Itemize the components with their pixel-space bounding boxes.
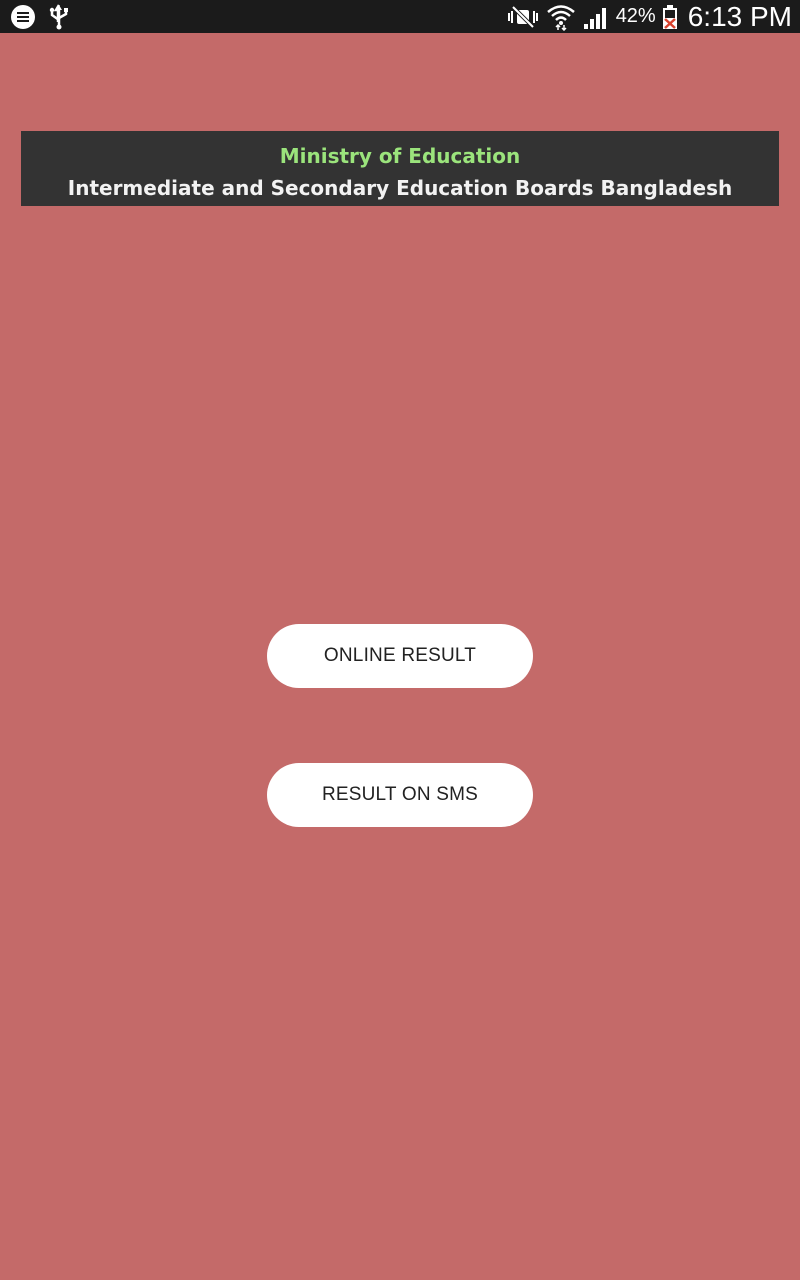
usb-icon	[49, 4, 68, 30]
battery-icon	[662, 4, 677, 29]
chat-icon	[11, 5, 35, 29]
result-on-sms-button[interactable]: RESULT ON SMS	[267, 763, 533, 827]
status-bar-system: 42% 6:13 PM	[506, 0, 792, 33]
wifi-icon	[546, 4, 575, 31]
clock: 6:13 PM	[687, 0, 792, 32]
banner-subtitle: Intermediate and Secondary Education Boa…	[67, 176, 733, 200]
status-bar: 42% 6:13 PM	[0, 0, 800, 33]
online-result-button[interactable]: ONLINE RESULT	[267, 624, 533, 688]
banner-title: Ministry of Education	[279, 144, 521, 168]
header-banner: Ministry of Education Intermediate and S…	[21, 131, 779, 206]
status-bar-notifications	[10, 4, 70, 30]
signal-icon	[583, 7, 606, 29]
battery-percent: 42%	[615, 5, 656, 27]
mute-icon	[507, 5, 538, 28]
